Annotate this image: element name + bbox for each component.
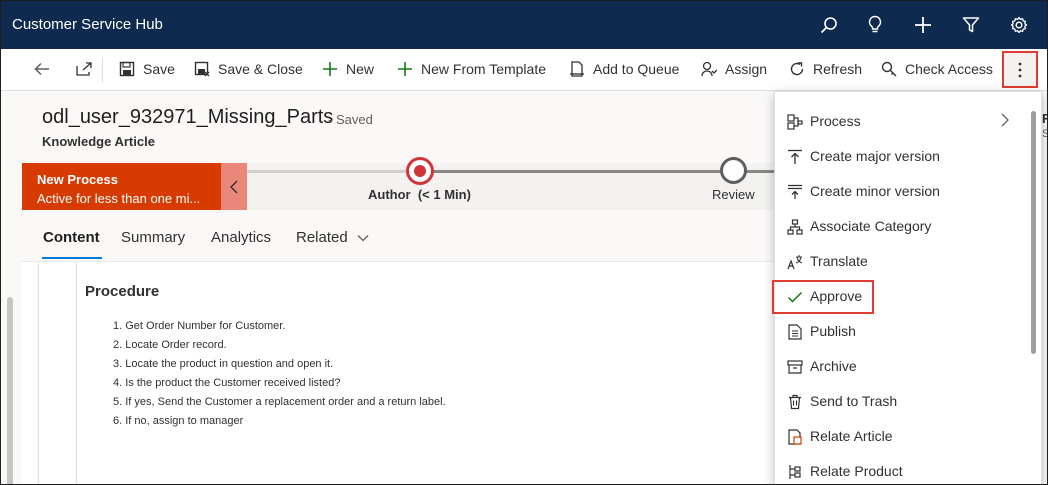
app-title[interactable]: Customer Service Hub — [12, 16, 163, 33]
category-icon — [786, 218, 804, 236]
more-vertical-icon — [1018, 62, 1022, 77]
record-title: odl_user_932971_Missing_Parts — [42, 106, 334, 128]
chevron-left-icon — [230, 180, 238, 193]
process-collapse-button[interactable] — [221, 163, 247, 210]
chevron-right-icon — [1001, 113, 1009, 130]
menu-item-associate-category[interactable]: Associate Category — [775, 209, 1035, 244]
refresh-icon — [790, 62, 804, 76]
search-icon[interactable] — [817, 13, 841, 37]
queue-icon — [570, 61, 584, 77]
list-item: 5. If yes, Send the Customer a replaceme… — [113, 396, 446, 408]
trash-icon — [786, 393, 804, 411]
right-pane-heading: F — [1042, 111, 1047, 126]
approve-highlight-box — [772, 280, 874, 314]
save-status: - Saved — [328, 112, 373, 127]
tab-related[interactable]: Related — [296, 229, 369, 246]
relate-article-icon — [786, 428, 804, 446]
menu-item-archive[interactable]: Archive — [775, 349, 1035, 384]
menu-item-relate-product[interactable]: Relate Product — [775, 454, 1035, 484]
add-to-queue-label: Add to Queue — [593, 61, 680, 77]
version-minor-icon — [786, 183, 804, 201]
save-button[interactable]: Save — [119, 49, 175, 89]
menu-item-send-to-trash[interactable]: Send to Trash — [775, 384, 1035, 419]
save-icon — [119, 61, 135, 77]
list-item: 3. Locate the product in question and op… — [113, 358, 334, 370]
menu-item-create-major-version[interactable]: Create major version — [775, 139, 1035, 174]
stage-author-label[interactable]: Author (< 1 Min) — [368, 187, 471, 202]
back-button[interactable] — [33, 49, 59, 89]
add-to-queue-button[interactable]: Add to Queue — [569, 49, 679, 89]
list-item: 4. Is the product the Customer received … — [113, 377, 341, 389]
check-access-button[interactable]: Check Access — [881, 49, 993, 89]
lightbulb-icon[interactable] — [863, 13, 887, 37]
process-flyout-button[interactable]: New Process Active for less than one mi.… — [22, 163, 221, 210]
plus-icon — [323, 62, 337, 76]
process-name: New Process — [37, 172, 118, 187]
menu-item-create-minor-version[interactable]: Create minor version — [775, 174, 1035, 209]
tab-analytics[interactable]: Analytics — [211, 229, 271, 246]
tab-summary[interactable]: Summary — [121, 229, 185, 246]
more-commands-button[interactable] — [1002, 51, 1038, 88]
check-access-label: Check Access — [905, 61, 993, 77]
back-arrow-icon — [34, 62, 49, 76]
plus-icon — [398, 62, 412, 76]
save-label: Save — [143, 61, 175, 77]
save-and-close-button[interactable]: Save & Close — [194, 49, 303, 89]
archive-icon — [786, 358, 804, 376]
active-tab-indicator — [42, 257, 102, 259]
stage-review-marker[interactable] — [720, 157, 747, 184]
open-in-new-window-button[interactable] — [75, 49, 101, 89]
app-frame: Customer Service Hub Save Save & Close N… — [0, 0, 1048, 485]
stage-author-marker[interactable] — [406, 157, 434, 185]
person-icon — [701, 61, 717, 77]
assign-label: Assign — [725, 61, 768, 77]
relate-product-icon — [786, 463, 804, 481]
key-search-icon — [881, 61, 897, 77]
refresh-label: Refresh — [813, 61, 863, 77]
chevron-down-icon — [357, 235, 369, 242]
menu-item-relate-article[interactable]: Relate Article — [775, 419, 1035, 454]
publish-icon — [786, 323, 804, 341]
new-from-template-button[interactable]: New From Template — [397, 49, 546, 89]
list-item: 2. Locate Order record. — [113, 339, 227, 351]
process-icon — [786, 113, 804, 131]
menu-scrollbar[interactable] — [1031, 111, 1036, 354]
refresh-button[interactable]: Refresh — [789, 49, 862, 89]
plus-icon[interactable] — [911, 13, 935, 37]
settings-icon[interactable] — [1007, 13, 1031, 37]
divider — [38, 262, 39, 484]
tab-content[interactable]: Content — [43, 229, 100, 246]
new-label: New — [346, 61, 375, 77]
procedure-steps: 1. Get Order Number for Customer. 2. Loc… — [113, 319, 446, 433]
process-duration: Active for less than one mi... — [37, 191, 201, 206]
new-button[interactable]: New — [322, 49, 374, 89]
save-and-close-label: Save & Close — [218, 61, 303, 77]
list-item: 6. If no, assign to manager — [113, 415, 244, 427]
new-from-template-label: New From Template — [421, 61, 547, 77]
top-navigation-bar: Customer Service Hub — [1, 1, 1047, 49]
open-new-window-icon — [76, 62, 92, 76]
menu-item-publish[interactable]: Publish — [775, 314, 1035, 349]
divider — [76, 262, 77, 484]
right-pane-subtext: S — [1042, 128, 1047, 140]
command-bar: Save Save & Close New New From Template … — [1, 49, 1047, 91]
translate-icon — [786, 253, 804, 271]
process-line — [247, 170, 411, 173]
entity-name: Knowledge Article — [42, 134, 155, 149]
divider — [102, 57, 103, 83]
menu-item-translate[interactable]: Translate — [775, 244, 1035, 279]
version-major-icon — [786, 148, 804, 166]
stage-review-label[interactable]: Review — [712, 187, 755, 202]
procedure-heading: Procedure — [85, 283, 160, 300]
menu-item-process[interactable]: Process — [775, 104, 1035, 139]
save-close-icon — [194, 61, 210, 77]
assign-button[interactable]: Assign — [701, 49, 767, 89]
list-item: 1. Get Order Number for Customer. — [113, 320, 286, 332]
filter-icon[interactable] — [959, 13, 983, 37]
page-scrollbar[interactable] — [7, 297, 13, 484]
